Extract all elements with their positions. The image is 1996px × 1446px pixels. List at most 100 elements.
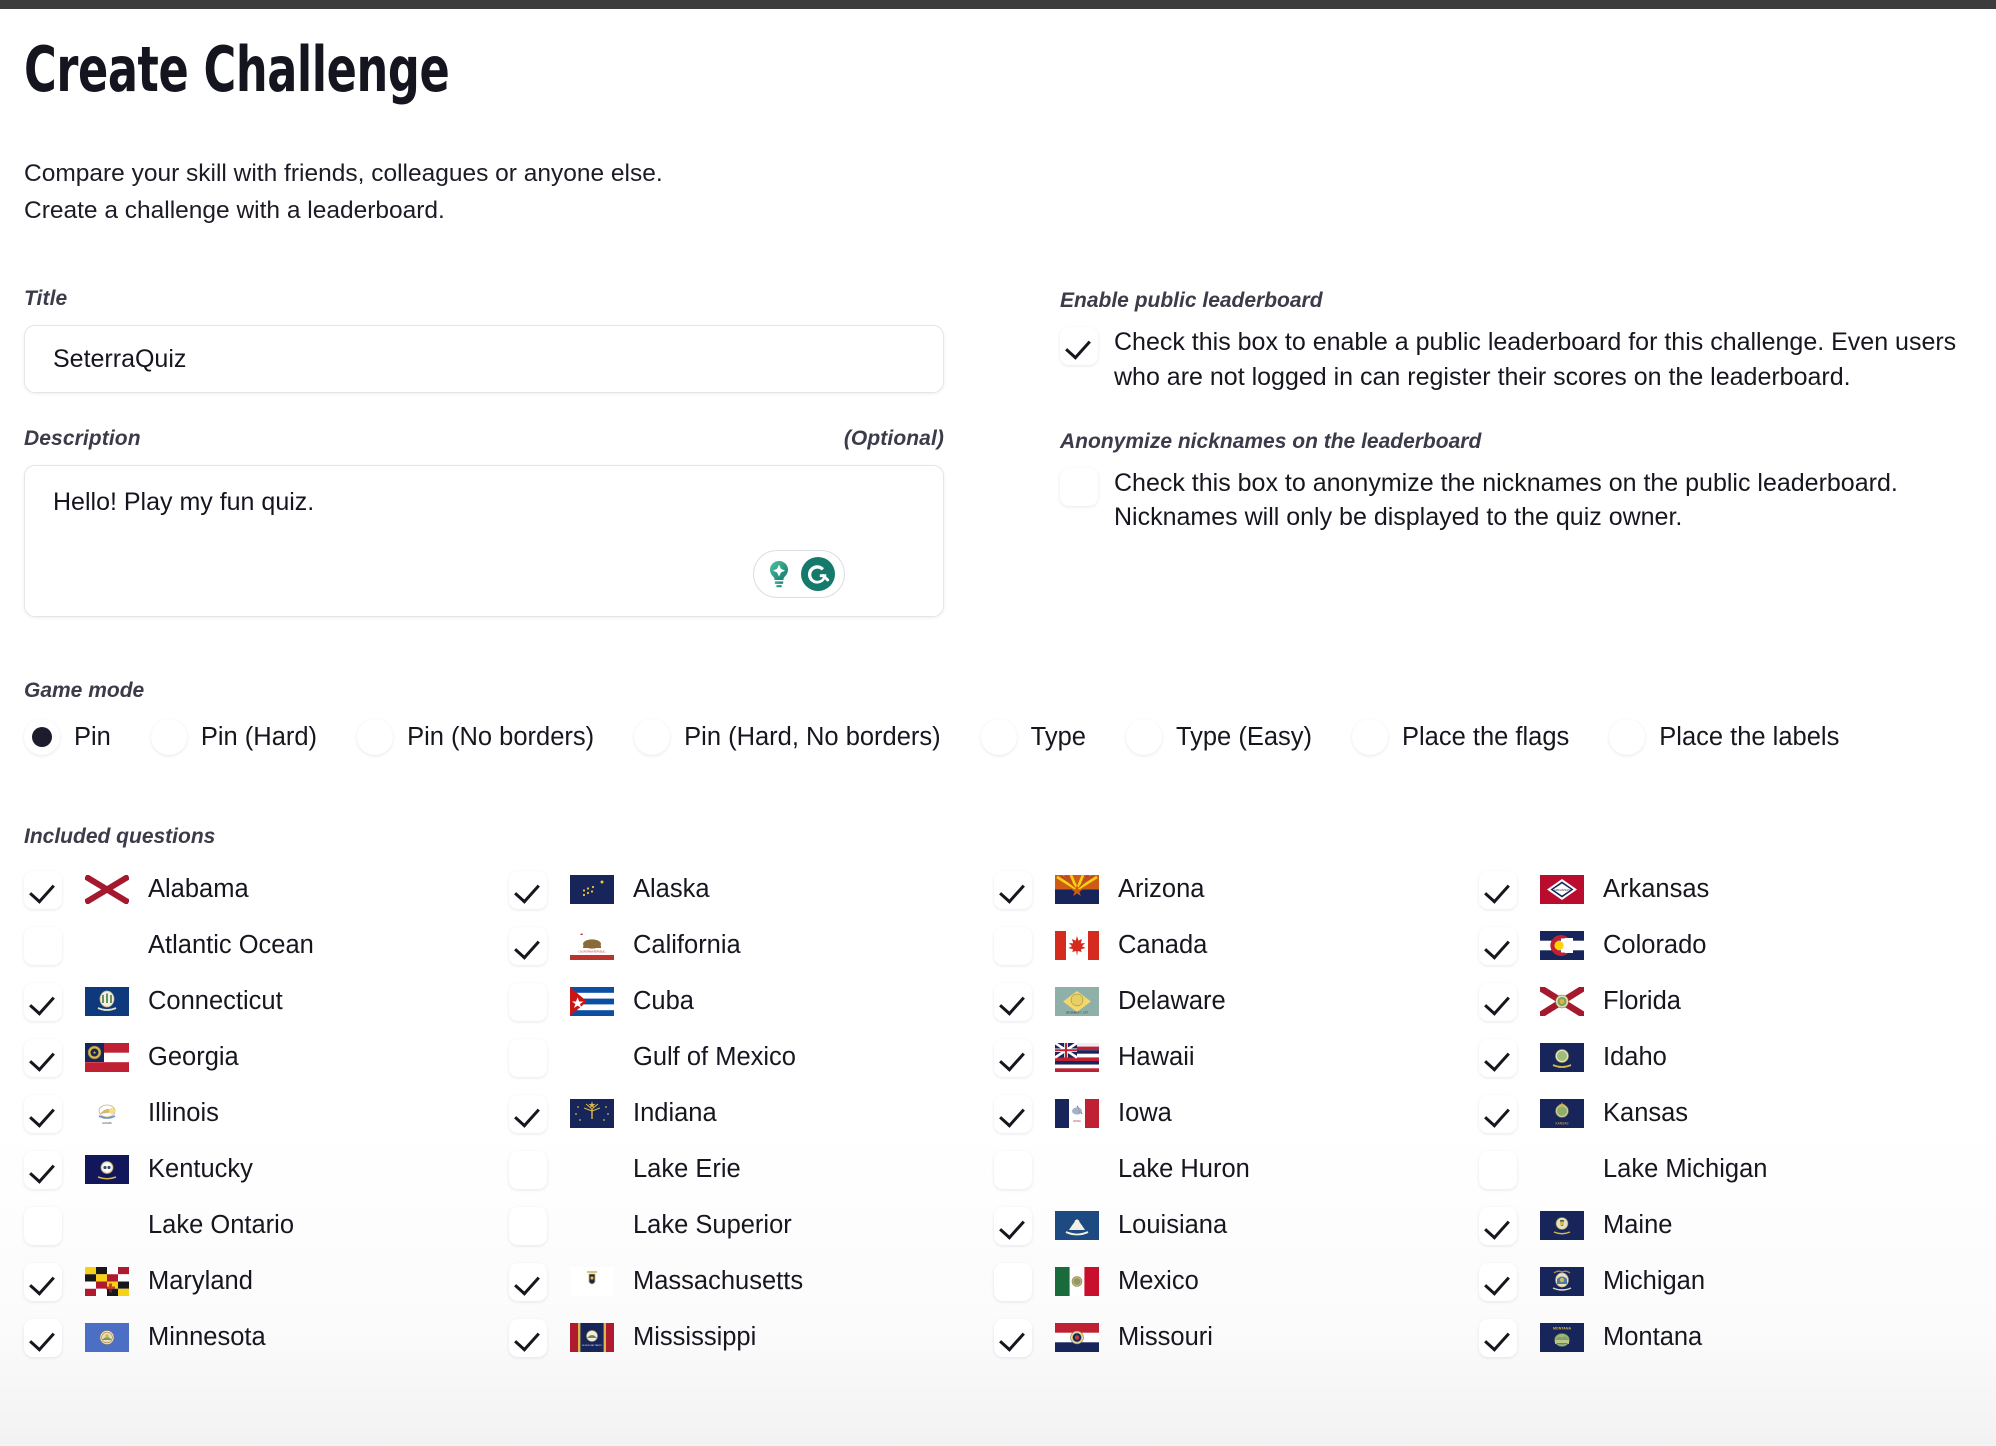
included-question-item[interactable]: Michigan (1479, 1253, 1964, 1309)
question-checkbox[interactable] (994, 1151, 1032, 1190)
question-checkbox[interactable] (24, 1039, 62, 1078)
included-question-item[interactable]: ARKANSAS Arkansas (1479, 861, 1964, 917)
grammarly-widget[interactable] (753, 550, 845, 599)
question-checkbox[interactable] (509, 1039, 547, 1078)
included-question-item[interactable]: CALIFORNIA REPUBLIC California (509, 917, 994, 973)
included-question-item[interactable]: Mexico (994, 1253, 1479, 1309)
anonymize-nicknames-row[interactable]: Check this box to anonymize the nickname… (1060, 466, 1972, 535)
included-question-item[interactable]: Missouri (994, 1309, 1479, 1365)
question-checkbox[interactable] (24, 1207, 62, 1246)
question-checkbox[interactable] (994, 1095, 1032, 1134)
description-textarea[interactable]: Hello! Play my fun quiz. (24, 465, 944, 618)
included-question-item[interactable]: IOWA Iowa (994, 1085, 1479, 1141)
included-question-item[interactable]: Lake Superior (509, 1197, 994, 1253)
included-question-item[interactable]: Gulf of Mexico (509, 1029, 994, 1085)
anonymize-nicknames-checkbox[interactable] (1060, 467, 1098, 506)
question-checkbox[interactable] (1479, 1151, 1517, 1190)
game-mode-option-place-the-labels[interactable]: Place the labels (1609, 719, 1839, 756)
included-question-item[interactable]: Lake Erie (509, 1141, 994, 1197)
game-mode-option-pin-hard-no-borders[interactable]: Pin (Hard, No borders) (634, 719, 941, 756)
question-checkbox[interactable] (24, 1151, 62, 1190)
radio-button[interactable] (634, 719, 671, 756)
included-question-item[interactable]: Lake Ontario (24, 1197, 509, 1253)
included-question-item[interactable]: Minnesota (24, 1309, 509, 1365)
lightbulb-sparkle-icon[interactable] (761, 556, 797, 592)
question-checkbox[interactable] (1479, 1207, 1517, 1246)
enable-public-leaderboard-checkbox[interactable] (1060, 327, 1098, 366)
radio-button[interactable] (1609, 719, 1646, 756)
radio-button[interactable] (1125, 719, 1162, 756)
included-question-item[interactable]: Idaho (1479, 1029, 1964, 1085)
question-checkbox[interactable] (24, 927, 62, 966)
question-checkbox[interactable] (994, 983, 1032, 1022)
included-question-item[interactable]: Cuba (509, 973, 994, 1029)
included-question-item[interactable]: Hawaii (994, 1029, 1479, 1085)
question-label: Indiana (633, 1098, 717, 1127)
question-checkbox[interactable] (509, 1207, 547, 1246)
question-checkbox[interactable] (509, 1095, 547, 1134)
included-question-item[interactable]: MONTANA Montana (1479, 1309, 1964, 1365)
included-question-item[interactable]: Connecticut (24, 973, 509, 1029)
question-checkbox[interactable] (994, 1039, 1032, 1078)
included-question-item[interactable]: Massachusetts (509, 1253, 994, 1309)
question-checkbox[interactable] (1479, 1319, 1517, 1358)
title-input[interactable]: SeterraQuiz (24, 325, 944, 394)
radio-button[interactable] (357, 719, 394, 756)
question-checkbox[interactable] (509, 1263, 547, 1302)
question-checkbox[interactable] (994, 927, 1032, 966)
included-question-item[interactable]: Colorado (1479, 917, 1964, 973)
included-question-item[interactable]: Alabama (24, 861, 509, 917)
question-checkbox[interactable] (24, 871, 62, 910)
question-checkbox[interactable] (24, 1263, 62, 1302)
question-checkbox[interactable] (24, 983, 62, 1022)
question-checkbox[interactable] (24, 1319, 62, 1358)
included-question-item[interactable]: Kentucky (24, 1141, 509, 1197)
included-question-item[interactable]: Maine (1479, 1197, 1964, 1253)
question-checkbox[interactable] (1479, 1095, 1517, 1134)
radio-button[interactable] (980, 719, 1017, 756)
included-question-item[interactable]: KANSAS Kansas (1479, 1085, 1964, 1141)
no-flag-placeholder (1533, 1152, 1591, 1186)
question-checkbox[interactable] (994, 1263, 1032, 1302)
included-question-item[interactable]: ★ Georgia (24, 1029, 509, 1085)
question-checkbox[interactable] (509, 1319, 547, 1358)
question-checkbox[interactable] (509, 1151, 547, 1190)
question-checkbox[interactable] (509, 983, 547, 1022)
game-mode-option-place-the-flags[interactable]: Place the flags (1352, 719, 1569, 756)
included-question-item[interactable]: Lake Huron (994, 1141, 1479, 1197)
question-checkbox[interactable] (24, 1095, 62, 1134)
game-mode-option-type-easy[interactable]: Type (Easy) (1125, 719, 1312, 756)
question-checkbox[interactable] (1479, 927, 1517, 966)
game-mode-option-label: Pin (74, 722, 111, 751)
included-question-item[interactable]: Florida (1479, 973, 1964, 1029)
question-checkbox[interactable] (994, 871, 1032, 910)
included-question-item[interactable]: Alaska (509, 861, 994, 917)
included-question-item[interactable]: DECEMBER 7, 1787 Delaware (994, 973, 1479, 1029)
radio-button[interactable] (150, 719, 187, 756)
radio-button[interactable] (24, 719, 60, 756)
question-checkbox[interactable] (994, 1319, 1032, 1358)
included-question-item[interactable]: Indiana (509, 1085, 994, 1141)
included-question-item[interactable]: IN GOD WE TRUST Mississippi (509, 1309, 994, 1365)
included-question-item[interactable]: Louisiana (994, 1197, 1479, 1253)
included-question-item[interactable]: Maryland (24, 1253, 509, 1309)
question-checkbox[interactable] (994, 1207, 1032, 1246)
question-checkbox[interactable] (1479, 871, 1517, 910)
question-checkbox[interactable] (1479, 1263, 1517, 1302)
game-mode-option-type[interactable]: Type (980, 719, 1086, 756)
radio-button[interactable] (1352, 719, 1388, 756)
question-checkbox[interactable] (1479, 1039, 1517, 1078)
game-mode-option-pin[interactable]: Pin (24, 719, 111, 756)
question-checkbox[interactable] (1479, 983, 1517, 1022)
question-checkbox[interactable] (509, 871, 547, 910)
included-question-item[interactable]: Arizona (994, 861, 1479, 917)
included-question-item[interactable]: ILLINOIS Illinois (24, 1085, 509, 1141)
game-mode-option-pin-no-borders[interactable]: Pin (No borders) (357, 719, 594, 756)
question-checkbox[interactable] (509, 927, 547, 966)
enable-public-leaderboard-row[interactable]: Check this box to enable a public leader… (1060, 325, 1972, 394)
included-question-item[interactable]: Atlantic Ocean (24, 917, 509, 973)
game-mode-option-pin-hard[interactable]: Pin (Hard) (150, 719, 317, 756)
included-question-item[interactable]: Lake Michigan (1479, 1141, 1964, 1197)
included-question-item[interactable]: Canada (994, 917, 1479, 973)
grammarly-g-icon[interactable] (799, 555, 837, 593)
